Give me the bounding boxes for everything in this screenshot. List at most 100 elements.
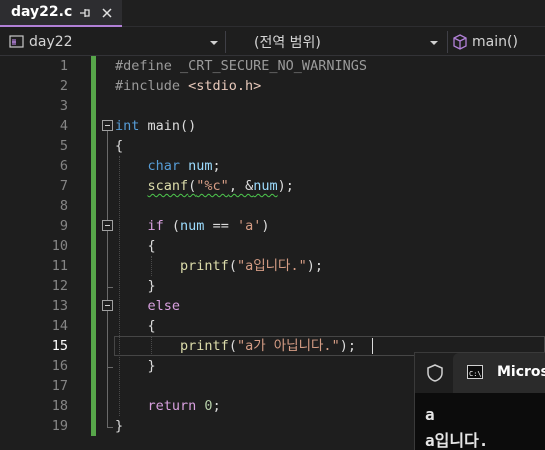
svg-text:C:\: C:\ [469,370,482,378]
collapse-icon[interactable] [102,300,113,311]
code-token: main() [147,118,197,134]
code-line[interactable]: } [115,416,123,436]
collapse-icon[interactable] [102,220,113,231]
code-line[interactable]: { [115,236,156,256]
code-token: printf [180,258,229,274]
code-token: int [115,118,148,134]
code-token: ( [228,258,237,274]
code-token: } [115,278,156,294]
document-tab[interactable]: day22.c [0,0,122,27]
close-icon[interactable] [100,5,114,21]
fold-guide [107,427,113,428]
change-tracking-bar [91,56,96,436]
line-number: 17 [51,378,68,394]
code-token: scanf [147,178,189,194]
code-line[interactable]: #define _CRT_SECURE_NO_WARNINGS [115,56,367,76]
code-token: <stdio.h> [188,78,262,94]
code-line[interactable]: printf("a입니다."); [115,256,323,276]
code-line[interactable]: } [115,276,156,296]
code-token: num [180,218,205,234]
line-number: 11 [51,258,68,274]
document-tab-strip: day22.c [0,0,545,27]
code-line[interactable]: scanf("%c", &num); [115,176,294,196]
code-token: } [115,358,156,374]
code-line[interactable]: { [115,316,156,336]
line-number: 8 [59,198,68,214]
code-token: else [147,298,181,314]
code-line[interactable]: if (num == 'a') [115,216,270,236]
code-token: "a가 아닙니다." [236,338,340,354]
code-token: num [253,178,278,194]
function-dropdown[interactable]: main() [452,31,545,53]
code-token: ); [277,178,294,194]
console-tab[interactable]: C:\ Microsoft [453,353,545,393]
code-token: ); [339,338,356,354]
collapse-icon[interactable] [102,120,113,131]
chevron-down-icon [210,41,218,45]
code-token: 'a' [236,218,262,234]
code-token: ; [212,398,221,414]
cube-icon [453,34,467,50]
line-number: 13 [51,298,68,314]
divider [447,31,448,53]
line-number: 2 [59,78,68,94]
line-number: 3 [59,98,68,114]
project-icon [9,35,24,48]
code-token: == [204,218,237,234]
code-token: ( [228,338,237,354]
code-line[interactable]: #include <stdio.h> [115,76,261,96]
code-line[interactable]: { [115,136,123,156]
code-token: num [188,158,213,174]
code-token: { [115,318,156,334]
code-line[interactable]: } [115,356,156,376]
line-number: 4 [59,118,68,134]
line-number: 12 [51,278,68,294]
console-window[interactable]: C:\ Microsoft a a입니다. [414,352,545,450]
line-number: 19 [51,418,68,434]
shield-icon [427,364,443,382]
navigation-bar: day22 (전역 범위) main() [0,28,545,56]
project-dropdown[interactable]: day22 [9,31,223,53]
project-name: day22 [29,34,73,50]
code-line[interactable]: int main() [115,116,196,136]
console-title: Microsoft [497,364,545,380]
function-name: main() [472,34,518,50]
code-token: ( [171,218,181,234]
fold-guide [107,287,113,288]
code-line[interactable]: return 0; [115,396,221,416]
fold-guide [107,367,113,368]
code-token: , & [228,178,254,194]
scope-name: (전역 범위) [254,35,321,51]
line-number: 15 [51,338,68,354]
fold-guide [107,131,108,427]
code-line[interactable]: char num; [115,156,221,176]
console-titlebar: C:\ Microsoft [415,353,545,393]
tab-title: day22.c [11,4,73,20]
line-number: 7 [59,178,68,194]
line-number: 6 [59,158,68,174]
pin-icon[interactable] [78,5,92,21]
code-line[interactable]: else [115,296,181,316]
code-token: } [115,418,124,434]
console-output-line: a입니다. [425,431,489,450]
line-number: 1 [59,58,68,74]
code-token: { [115,138,124,154]
code-token: return [147,398,205,414]
code-token: ) [261,218,270,234]
chevron-down-icon [430,41,438,45]
scope-dropdown[interactable]: (전역 범위) [228,31,444,53]
code-token: "%c" [196,178,229,194]
code-line[interactable]: printf("a가 아닙니다."); [115,336,356,356]
line-number: 16 [51,358,68,374]
line-number: 14 [51,318,68,334]
code-token: #include [115,78,189,94]
line-number: 5 [59,138,68,154]
line-number: 10 [51,238,68,254]
